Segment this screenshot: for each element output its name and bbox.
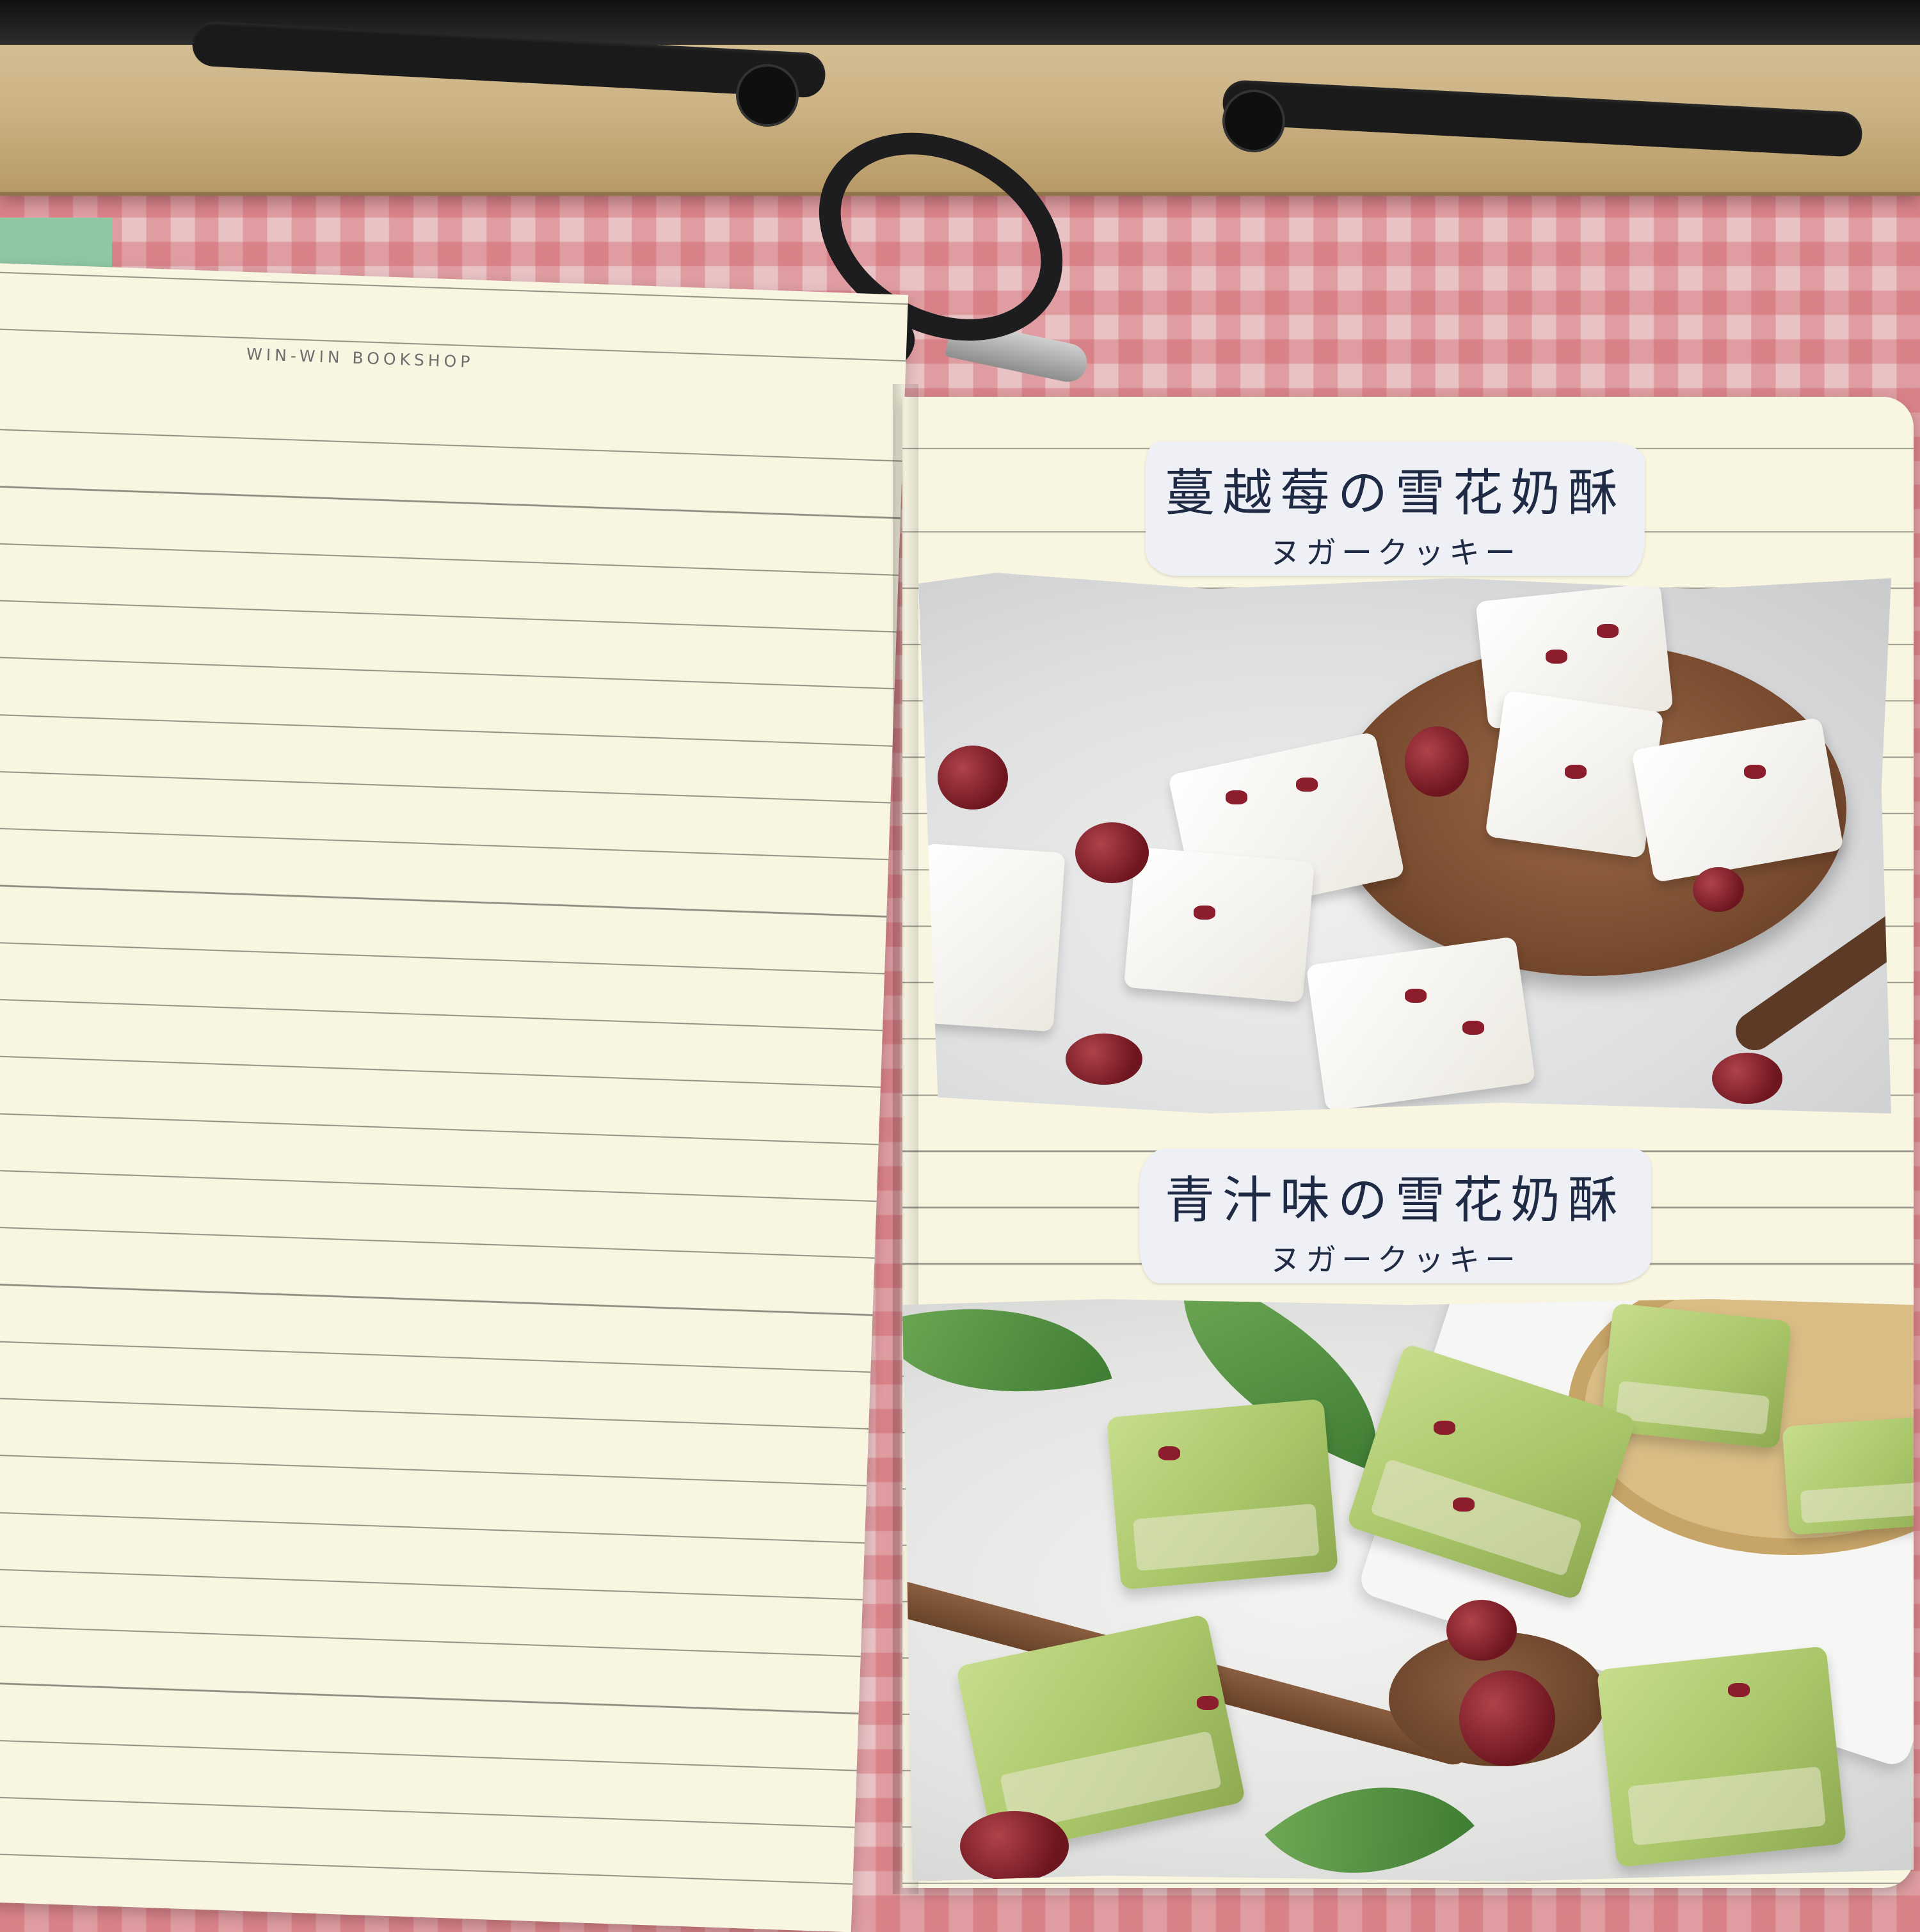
cranberry-fleck [1728,1683,1750,1697]
cranberry-fleck [1546,650,1567,664]
green-nougat-piece [1596,1646,1847,1867]
green-leaf [902,1299,1112,1433]
cranberry-fleck [1597,624,1619,638]
cranberry-fleck [1296,778,1318,792]
label-title: 青汁味の雪花奶酥 [1164,1172,1626,1229]
cranberry-fleck [1405,989,1427,1003]
strap-buckle [1222,90,1285,152]
strap-buckle [736,64,799,127]
cranberry-fleck [1194,906,1215,920]
cranberry-nougat-photo [918,573,1891,1114]
dried-cranberry [1075,822,1149,883]
dried-cranberry [1066,1034,1142,1085]
green-nougat-piece [1106,1398,1339,1590]
cranberry-fleck [1744,765,1766,779]
dried-cranberry [1712,1053,1782,1104]
dried-cranberry [1693,867,1744,912]
cranberry-fleck [1197,1696,1219,1710]
label-subtitle: ヌガークッキー [1269,1242,1521,1278]
notebook-left-page [0,262,909,1932]
cutout-label-green-juice: 青汁味の雪花奶酥 ヌガークッキー [1139,1149,1651,1283]
dried-cranberry [960,1811,1069,1881]
cranberry-fleck [1158,1446,1180,1460]
cranberry-fleck [1565,765,1587,779]
dried-cranberry [1446,1600,1517,1661]
nougat-piece [918,843,1066,1032]
label-subtitle: ヌガークッキー [1269,535,1521,571]
nougat-piece [1306,936,1536,1112]
nougat-piece [1123,847,1315,1003]
green-juice-nougat-photo [902,1299,1914,1881]
label-title: 蔓越莓の雪花奶酥 [1164,465,1626,522]
cranberry-fleck [1434,1421,1455,1435]
cutout-label-cranberry: 蔓越莓の雪花奶酥 ヌガークッキー [1146,442,1645,576]
cranberry-fleck [1462,1021,1484,1035]
dried-cranberry [938,746,1008,810]
dried-cranberry [1459,1670,1555,1766]
dried-cranberry [1405,726,1469,797]
cranberry-fleck [1226,790,1247,804]
green-nougat-piece [1782,1415,1914,1535]
cranberry-fleck [1453,1497,1475,1512]
